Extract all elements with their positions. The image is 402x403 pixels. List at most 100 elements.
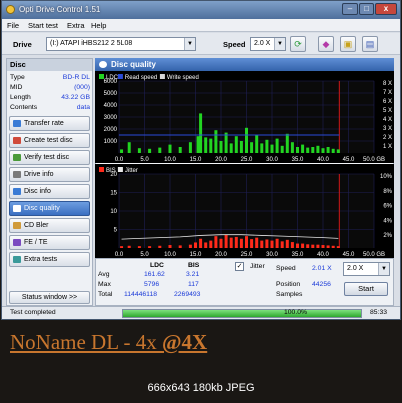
speed-select-value: 2.0 X [254,40,271,47]
legend-swatch [99,167,104,172]
bar-bis [255,237,259,248]
save-button[interactable]: ▤ [362,36,378,52]
bis-jitter-chart: BIS Jitter 20 15 10 5 10% 8% 6% 4% 2% 0.0 5.0 10.0 15.… [95,164,394,258]
bar-bis [229,237,233,248]
menu-help[interactable]: Help [91,21,106,30]
jitter-checkbox[interactable]: ✓ [235,262,244,271]
erase-button[interactable]: ◆ [318,36,334,52]
bar-ldc [178,147,182,153]
max-ldc: 5796 [144,281,160,288]
nav-disc-quality[interactable]: Disc quality [9,201,90,216]
y-tick-label: 3000 [104,115,118,121]
bar-bis [204,242,208,248]
bar-ldc [234,136,238,153]
bar-bis [199,238,203,248]
settings-button[interactable]: ▣ [340,36,356,52]
y-right-tick-label: 2 X [383,135,392,141]
x-tick-label: 35.0 [292,157,304,163]
bar-ldc [120,149,124,153]
bar-bis [224,235,228,248]
bar-ldc [209,138,213,153]
nav-drive-info[interactable]: Drive info [9,167,90,182]
bar-ldc [306,147,310,153]
status-window-button[interactable]: Status window >> [9,291,90,304]
caption-prefix: NoName DL - 4x [10,330,163,354]
disc-info-icon [13,188,21,195]
bar-ldc [199,113,203,153]
nav-label: Extra tests [24,256,58,263]
bar-bis [336,246,340,248]
bar-bis [214,236,218,248]
y-right-tick-label: 2% [383,233,392,239]
speed-value: 2.01 X [312,265,332,272]
chart-svg: BIS Jitter201510510%8%6%4%2%0.0 5.0 10.0 15.… [99,167,393,258]
nav-transfer-rate[interactable]: Transfer rate [9,116,90,131]
chevron-down-icon: ▼ [378,263,389,275]
legend-swatch [117,74,123,79]
y-right-tick-label: 4 X [383,117,392,123]
menu-extra[interactable]: Extra [67,21,85,30]
close-button[interactable]: x [375,3,397,15]
panel-title-bar: Disc quality [95,58,394,71]
total-ldc: 114446118 [124,291,158,298]
y-right-tick-label: 10% [380,174,393,180]
nav-disc-info[interactable]: Disc info [9,184,90,199]
position-value: 44256 [312,281,331,288]
bar-bis [158,245,162,248]
menu-file[interactable]: File [7,21,19,30]
ldc-chart: LDC Read speed Write speed 6000 5000 4000 3000… [95,71,394,163]
x-tick-label: 30.0 [266,157,278,163]
y-right-tick-label: 8 X [383,81,392,87]
bar-ldc [250,142,254,153]
window-title: Opti Drive Control 1.51 [19,5,101,14]
avg-label: Avg [98,271,110,278]
x-tick-label: 0.0 [115,157,124,163]
eraser-icon: ◆ [322,39,330,49]
nav-fe-te[interactable]: FE / TE [9,235,90,250]
bar-bis [168,245,172,248]
refresh-button[interactable]: ⟳ [290,36,306,52]
elapsed-time: 85:33 [370,309,388,316]
x-tick-label: 40.0 [317,157,329,163]
bar-ldc [265,139,269,153]
drive-toolbar: Drive (I:) ATAPI iHBS212 2 5L08 ▼ Speed … [2,33,400,55]
jitter-label: Jitter [250,263,265,270]
bar-bis [234,236,238,248]
caption-suffix: @4X [162,330,208,354]
bar-ldc [290,142,294,153]
nav-extra-tests[interactable]: Extra tests [9,252,90,267]
bar-ldc [301,144,305,153]
disc-type-row: Type BD-R DL [10,74,92,83]
bar-ldc [296,147,299,153]
x-tick-label: 5.0 [140,157,149,163]
drive-select[interactable]: (I:) ATAPI iHBS212 2 5L08 ▼ [46,37,196,51]
cd-icon [13,222,21,229]
y-right-tick-label: 8% [383,189,392,195]
bar-bis [275,238,279,248]
disc-contents-row: Contents data [10,104,92,113]
nav-label: Drive info [24,171,54,178]
y-tick-label: 5000 [104,91,118,97]
minimize-button[interactable]: – [342,3,358,15]
speed-select[interactable]: 2.0 X ▼ [250,37,286,51]
start-button[interactable]: Start [344,282,388,296]
disc-mid-label: MID [10,84,23,91]
menu-start-test[interactable]: Start test [28,21,58,30]
nav-verify-test-disc[interactable]: Verify test disc [9,150,90,165]
progress-bar [122,309,362,318]
bar-ldc [311,147,315,153]
speed-select-test[interactable]: 2.0 X ▼ [343,262,390,276]
maximize-button[interactable]: □ [359,3,374,15]
bar-ldc [331,148,335,153]
bar-ldc [285,133,289,153]
nav-label: Disc quality [24,205,60,212]
disc-header: Disc [7,59,92,71]
nav-cd-bler[interactable]: CD Bler [9,218,90,233]
bar-bis [306,244,310,248]
bar-bis [219,238,223,248]
bar-ldc [321,148,325,153]
app-logo-icon [6,5,15,14]
nav-create-test-disc[interactable]: Create test disc [9,133,90,148]
bar-bis [120,246,124,248]
bar-bis [239,238,243,248]
